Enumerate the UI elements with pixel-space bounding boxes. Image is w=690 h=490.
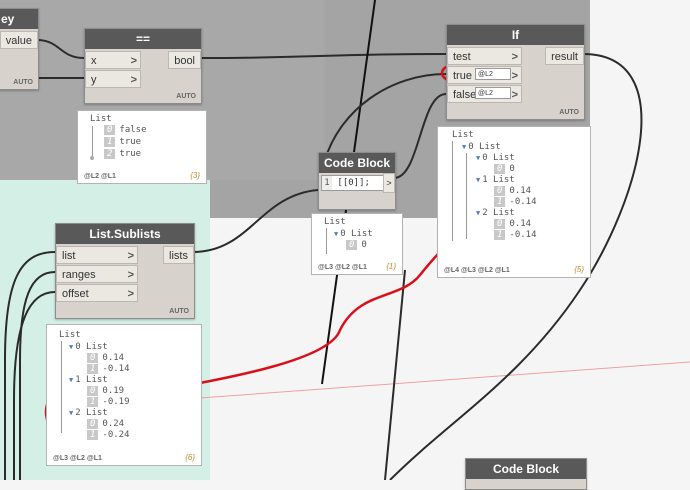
code-block-node-2[interactable]: Code Block	[465, 458, 587, 490]
tree-line	[466, 153, 467, 239]
list-item: 1 -0.14	[494, 197, 537, 207]
lacing-label: AUTO	[13, 79, 33, 86]
preview-title: List	[90, 114, 112, 124]
preview-count: {5}	[574, 265, 584, 274]
wire-to-lower-node	[384, 269, 406, 480]
lacing-label: AUTO	[176, 93, 196, 100]
preview-levels: @L3 @L2 @L1	[53, 455, 102, 462]
lacing-label: AUTO	[169, 308, 189, 315]
list-sublists-preview: List ▼ 0 List 0 0.14 1 -0.14 ▼ 1 List 0 0.19 …	[46, 324, 202, 466]
tree-line	[326, 228, 327, 254]
tree-dot	[90, 156, 94, 160]
sublist-label: ▼ 0 List	[476, 153, 515, 163]
wire-value-to-x	[36, 39, 85, 59]
wire-lists-to-out	[192, 189, 319, 253]
list-item: 0 false	[104, 125, 147, 135]
preview-title: List	[324, 217, 346, 227]
sublist-label: ▼ 0 List	[334, 229, 373, 239]
sublist-label: ▼ 0 List	[69, 342, 108, 352]
list-item: 0 0.14	[494, 186, 531, 196]
equals-preview: List 0 false 1 true 2 true @L2 @L1 {3}	[77, 110, 207, 184]
list-item: 1 true	[104, 137, 141, 147]
preview-levels: @L4 @L3 @L2 @L1	[444, 267, 510, 274]
input-port-y[interactable]: y	[85, 70, 141, 89]
tree-line	[452, 141, 453, 241]
preview-count: {3}	[190, 171, 200, 180]
tree-line	[92, 126, 93, 158]
equals-node-header: ==	[85, 29, 201, 49]
wire-bool-to-test	[199, 53, 447, 59]
sublist-label: ▼ 2 List	[476, 208, 515, 218]
list-item: 0 0.24	[87, 419, 124, 429]
output-port-bool[interactable]: bool	[168, 51, 201, 69]
code-block-preview: List ▼ 0 List 00 @L3 @L2 @L1 {1}	[311, 213, 403, 275]
input-port-list[interactable]: list	[56, 246, 138, 265]
lacing-label: AUTO	[559, 109, 579, 116]
list-item: 1 -0.14	[87, 364, 130, 374]
equals-node[interactable]: == x y bool AUTO	[84, 28, 202, 104]
partial-node-header: ey	[0, 9, 38, 29]
output-port-value[interactable]: value	[0, 31, 38, 49]
sublist-label: ▼ 1 List	[476, 175, 515, 185]
preview-levels: @L2 @L1	[84, 173, 116, 180]
list-item: 0 0.14	[494, 219, 531, 229]
preview-levels: @L3 @L2 @L1	[318, 264, 367, 271]
input-port-x[interactable]: x	[85, 51, 141, 70]
preview-title: List	[452, 130, 474, 140]
list-item: 0 0.14	[87, 353, 124, 363]
code-text: [[0]];	[337, 178, 370, 188]
list-item: 0 0.19	[87, 386, 124, 396]
list-item: 1 -0.24	[87, 430, 130, 440]
if-node-header: If	[447, 25, 584, 45]
code-block-header: Code Block	[466, 459, 586, 479]
preview-title: List	[59, 330, 81, 340]
if-preview: List ▼ 0 List ▼ 0 List 00 ▼ 1 List 0 0.14 1-…	[437, 126, 591, 278]
list-sublists-header: List.Sublists	[56, 224, 194, 244]
tree-line	[61, 341, 62, 433]
list-item: 00	[346, 240, 367, 250]
sublist-label: ▼ 2 List	[69, 408, 108, 418]
list-item: 1 -0.14	[494, 230, 537, 240]
code-block-header: Code Block	[319, 153, 395, 173]
code-editor[interactable]: 1 [[0]];	[321, 175, 385, 191]
list-sublists-node[interactable]: List.Sublists list ranges offset lists A…	[55, 223, 195, 319]
input-port-offset[interactable]: offset	[56, 284, 138, 303]
output-port-lists[interactable]: lists	[163, 246, 194, 264]
output-port-result[interactable]: result	[545, 47, 584, 65]
level-spinner-true[interactable]: @L2	[475, 68, 511, 80]
list-item: 1 -0.19	[87, 397, 130, 407]
partial-node[interactable]: ey value AUTO	[0, 8, 39, 90]
sublist-label: ▼ 0 List	[462, 142, 501, 152]
list-item: 00	[494, 164, 515, 174]
preview-count: {6}	[185, 453, 195, 462]
list-item: 2 true	[104, 149, 141, 159]
line-number: 1	[322, 176, 332, 190]
input-port-test[interactable]: test	[447, 47, 522, 66]
output-port-code[interactable]: >	[383, 173, 395, 193]
preview-count: {1}	[386, 262, 396, 271]
level-spinner-false[interactable]: @L2	[475, 87, 511, 99]
if-node[interactable]: If test true @L2 false @L2 result AUTO	[446, 24, 585, 120]
code-block-node[interactable]: Code Block 1 [[0]]; >	[318, 152, 396, 210]
wire-to-true	[324, 73, 447, 161]
input-port-ranges[interactable]: ranges	[56, 265, 138, 284]
sublist-label: ▼ 1 List	[69, 375, 108, 385]
